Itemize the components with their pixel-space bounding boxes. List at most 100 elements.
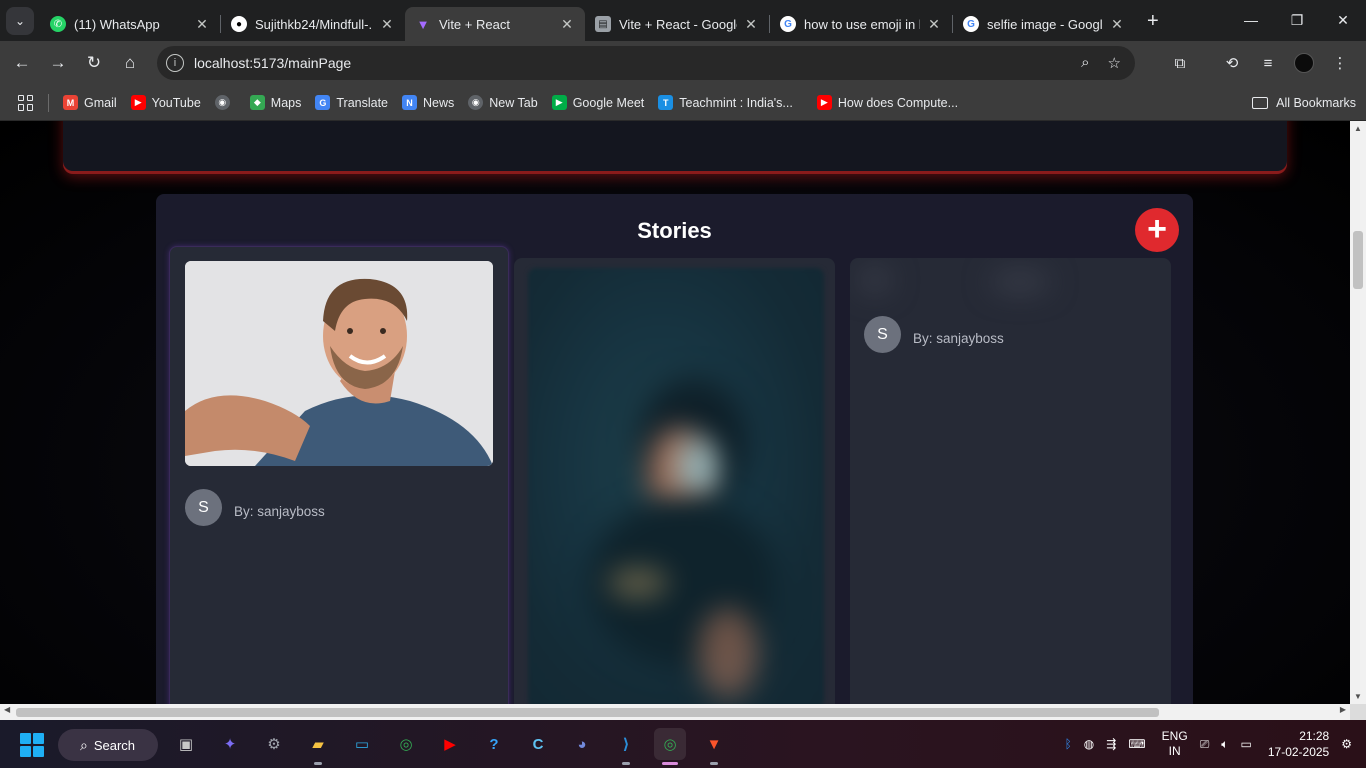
- tab-emoji-search[interactable]: G how to use emoji in l... ✕: [770, 7, 952, 41]
- story-image: [185, 261, 493, 466]
- home-button[interactable]: ⌂: [112, 45, 148, 81]
- discord-icon[interactable]: ◕: [566, 728, 598, 760]
- bluetooth-icon[interactable]: ᛒ: [1065, 737, 1072, 751]
- close-icon[interactable]: ✕: [559, 16, 575, 33]
- github-icon: ●: [231, 16, 247, 32]
- tab-google-docs[interactable]: ▤ Vite + React - Google... ✕: [585, 7, 769, 41]
- keyboard-icon[interactable]: ⌨: [1128, 737, 1145, 751]
- tray-app-icon[interactable]: ⇶: [1106, 737, 1116, 751]
- bookmark-youtube[interactable]: ▶ YouTube: [130, 95, 201, 110]
- history-icon[interactable]: ⟲: [1214, 45, 1250, 81]
- close-icon[interactable]: ✕: [194, 16, 210, 33]
- scroll-up-arrow[interactable]: ▲: [1350, 124, 1366, 133]
- bookmark-label: Translate: [336, 95, 389, 110]
- scroll-down-arrow[interactable]: ▼: [1350, 692, 1366, 701]
- google-docs-icon: ▤: [595, 16, 611, 32]
- search-icon: ⌕: [80, 736, 88, 753]
- grammarly-icon[interactable]: ◍: [1084, 737, 1094, 751]
- blur-shape: [678, 438, 718, 498]
- help-icon[interactable]: ?: [478, 728, 510, 760]
- clock-time: 21:28: [1299, 729, 1330, 743]
- vscode-icon[interactable]: ⟩: [610, 728, 642, 765]
- tab-selfie-search[interactable]: G selfie image - Google... ✕: [953, 7, 1135, 41]
- volume-icon[interactable]: 🔈︎: [1221, 737, 1228, 752]
- restore-button[interactable]: ❐: [1274, 0, 1320, 40]
- minimize-button[interactable]: —: [1228, 0, 1274, 40]
- bookmark-translate[interactable]: G Translate: [315, 95, 388, 110]
- horizontal-scrollbar[interactable]: ◀ ▶: [0, 704, 1350, 720]
- story-card[interactable]: S By: sanjayboss: [169, 246, 509, 704]
- story-card[interactable]: S By: sanjayboss: [850, 258, 1171, 704]
- scroll-left-arrow[interactable]: ◀: [4, 705, 10, 714]
- scroll-right-arrow[interactable]: ▶: [1340, 705, 1346, 714]
- tab-title: (11) WhatsApp: [74, 16, 160, 32]
- tab-strip: ⌄ ✆ (11) WhatsApp ✕ ● Sujithkb24/Mindful…: [0, 0, 1366, 41]
- youtube-icon[interactable]: ▶: [434, 728, 466, 760]
- all-bookmarks-label: All Bookmarks: [1276, 95, 1356, 110]
- tab-search-button[interactable]: ⌄: [6, 6, 34, 35]
- stories-title: Stories: [637, 218, 712, 243]
- address-bar[interactable]: i localhost:5173/mainPage ⌕ ☆: [157, 46, 1135, 80]
- close-icon[interactable]: ✕: [743, 16, 759, 33]
- bookmark-label: Maps: [270, 95, 302, 110]
- tab-whatsapp[interactable]: ✆ (11) WhatsApp ✕: [40, 7, 220, 41]
- bookmark-new-tab[interactable]: ◉ New Tab: [468, 95, 538, 110]
- copilot-icon[interactable]: ✦: [214, 728, 246, 760]
- bookmarks-divider: [48, 93, 49, 112]
- remote-desktop-icon[interactable]: ▭: [346, 728, 378, 760]
- bookmark-google-meet[interactable]: ▶ Google Meet: [551, 95, 644, 110]
- forward-button[interactable]: →: [40, 45, 76, 81]
- site-info-icon[interactable]: i: [166, 54, 184, 72]
- clock-date: 17-02-2025: [1267, 745, 1330, 759]
- close-window-button[interactable]: ✕: [1320, 0, 1366, 40]
- file-explorer-icon[interactable]: ▰: [302, 728, 334, 765]
- vertical-scrollbar[interactable]: ▲ ▼: [1350, 121, 1366, 704]
- all-bookmarks[interactable]: All Bookmarks: [1252, 96, 1356, 110]
- zoom-icon[interactable]: ⌕: [1081, 54, 1089, 72]
- google-icon: G: [963, 16, 979, 32]
- horizontal-scroll-thumb[interactable]: [16, 708, 1159, 717]
- task-view-icon[interactable]: ▣: [170, 728, 202, 760]
- add-story-button[interactable]: +: [1135, 208, 1179, 252]
- profile-avatar[interactable]: [1286, 45, 1322, 81]
- close-icon[interactable]: ✕: [379, 16, 395, 33]
- bookmarks-bar: M Gmail ▶ YouTube ◉ ◆ Maps G Translate N News…: [0, 85, 1366, 121]
- settings-gear-icon[interactable]: ⚙: [258, 728, 290, 760]
- media-control-icon[interactable]: ≡: [1250, 45, 1286, 81]
- windows-start-icon[interactable]: [20, 733, 44, 757]
- bookmark-star-icon[interactable]: ☆: [1108, 54, 1121, 72]
- brave-icon[interactable]: ▼: [698, 728, 730, 765]
- taskbar-search[interactable]: ⌕ Search: [58, 729, 158, 761]
- menu-kebab-icon[interactable]: ⋮: [1322, 45, 1358, 81]
- chrome-active-icon[interactable]: ◎: [654, 728, 686, 765]
- bookmark-globe[interactable]: ◉: [214, 95, 236, 110]
- bookmark-gmail[interactable]: M Gmail: [63, 95, 117, 110]
- language-indicator[interactable]: ENG IN: [1162, 729, 1188, 759]
- bookmark-teachmint[interactable]: T Teachmint : India's...: [658, 95, 793, 110]
- notification-gear-icon[interactable]: ⚙: [1341, 737, 1352, 751]
- battery-icon[interactable]: ▭: [1241, 737, 1252, 751]
- gmail-icon: M: [63, 95, 78, 110]
- folder-icon: [1252, 96, 1269, 109]
- bookmark-maps[interactable]: ◆ Maps: [249, 95, 302, 110]
- bookmark-news[interactable]: N News: [402, 95, 454, 110]
- network-icon[interactable]: ⎚: [1200, 737, 1210, 752]
- extensions-icon[interactable]: ⧉: [1162, 45, 1198, 81]
- close-icon[interactable]: ✕: [926, 16, 942, 33]
- tab-vite-react[interactable]: ▼ Vite + React ✕: [405, 7, 585, 41]
- bookmark-label: Teachmint : India's...: [679, 95, 793, 110]
- tab-github[interactable]: ● Sujithkb24/Mindfull-... ✕: [221, 7, 405, 41]
- canva-icon[interactable]: C: [522, 728, 554, 760]
- chrome-icon[interactable]: ◎: [390, 728, 422, 760]
- vertical-scroll-thumb[interactable]: [1353, 231, 1363, 289]
- new-tab-button[interactable]: +: [1147, 10, 1159, 33]
- language-code: ENG: [1161, 729, 1188, 743]
- reload-button[interactable]: ↻: [76, 45, 112, 81]
- close-icon[interactable]: ✕: [1109, 16, 1125, 33]
- back-button[interactable]: ←: [4, 45, 40, 81]
- clock[interactable]: 21:28 17-02-2025: [1268, 728, 1329, 760]
- apps-grid-icon[interactable]: [18, 94, 34, 111]
- story-card-blurred[interactable]: [514, 258, 835, 704]
- bookmark-how-does-computer[interactable]: ▶ How does Compute...: [816, 95, 958, 110]
- translate-icon: G: [315, 95, 331, 110]
